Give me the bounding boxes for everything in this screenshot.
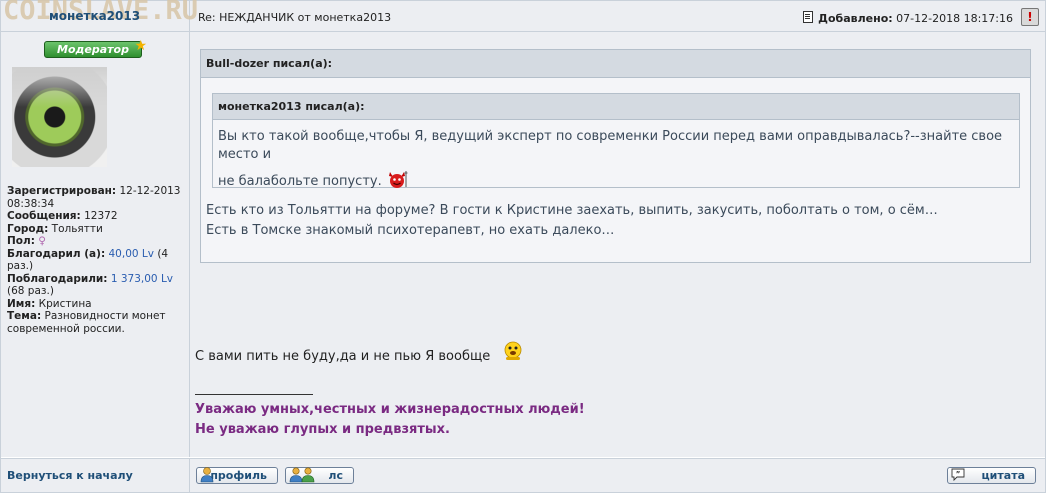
back-to-top-link[interactable]: Вернуться к началу (7, 469, 133, 482)
quote-button-label: цитата (981, 469, 1025, 482)
star-icon: ★ (134, 38, 147, 54)
name-label: Имя: (7, 297, 36, 310)
thanked-label: Благодарил (а): (7, 247, 106, 260)
drinking-smiley-icon (504, 341, 522, 360)
registered-label: Зарегистрирован: (7, 185, 117, 197)
signature-line-1: Уважаю умных,честных и жизнерадостных лю… (195, 402, 585, 417)
added-label: Добавлено: (818, 12, 893, 25)
got-thanks-label: Поблагодарили: (7, 272, 108, 285)
moderator-badge: Модератор ★ (44, 39, 147, 58)
profile-info: Зарегистрирован: 12-12-2013 08:38:34 Соо… (7, 185, 185, 335)
moderator-badge-label: Модератор (57, 43, 129, 56)
got-thanks-value[interactable]: 1 373,00 Lv (111, 273, 173, 285)
name-value: Кристина (38, 297, 92, 310)
user-icon (200, 467, 214, 483)
avatar (12, 67, 107, 167)
post-date: Добавлено: 07-12-2018 18:17:16 (803, 11, 1013, 25)
outer-quote-line-1: Есть кто из Тольятти на форуме? В гости … (206, 203, 938, 218)
city-label: Город: (7, 222, 49, 235)
inner-quote-line-2: не балабольте попусту. (218, 174, 382, 189)
inner-quote-line-1: Вы кто такой вообще,чтобы Я, ведущий экс… (218, 129, 1003, 162)
private-message-button[interactable]: лс (285, 467, 354, 484)
city-value: Тольятти (51, 222, 103, 235)
posts-value: 12372 (84, 210, 118, 222)
thanked-value[interactable]: 40,00 Lv (109, 248, 154, 260)
signature-line-2: Не уважаю глупых и предвзятых. (195, 422, 450, 437)
inner-quote: монетка2013 писал(а): Вы кто такой вообщ… (212, 93, 1020, 189)
author-name[interactable]: монетка2013 (49, 9, 140, 23)
profile-sidebar: Модератор ★ Зарегистрирован: 12-12-2013 … (1, 32, 190, 457)
private-message-button-label: лс (328, 469, 343, 482)
svg-text:”: ” (956, 470, 961, 478)
speech-bubble-icon: ” (951, 468, 965, 482)
sidebar-footer: Вернуться к началу (1, 458, 190, 492)
profile-button[interactable]: профиль (196, 467, 278, 484)
topic-label: Тема: (7, 310, 42, 322)
post-actions: профиль лс ” цитата (190, 458, 1045, 492)
inner-quote-author: монетка2013 писал(а): (213, 94, 1019, 120)
signature: Уважаю умных,честных и жизнерадостных лю… (195, 400, 585, 440)
post-text-content: С вами пить не буду,да и не пью Я вообще (195, 349, 491, 364)
author-cell: COINSLAVE.RU монетка2013 (1, 0, 198, 31)
post-header: COINSLAVE.RU монетка2013 Re: НЕЖДАНЧИК о… (1, 0, 1045, 32)
inner-quote-line-2-wrap: не балабольте попусту. (218, 168, 1014, 196)
got-thanks-times: (68 раз.) (7, 285, 54, 297)
inner-quote-text: Вы кто такой вообще,чтобы Я, ведущий экс… (213, 120, 1019, 196)
users-icon (289, 467, 315, 483)
outer-quote-text: Есть кто из Тольятти на форуме? В гости … (206, 201, 938, 241)
outer-quote-line-2: Есть в Томске знакомый психотерапевт, но… (206, 223, 615, 238)
posts-label: Сообщения: (7, 210, 81, 222)
post-link-icon[interactable] (803, 11, 814, 23)
outer-quote: Bull-dozer писал(а): монетка2013 писал(а… (200, 49, 1031, 263)
gender-label: Пол: (7, 235, 35, 247)
post-body: Bull-dozer писал(а): монетка2013 писал(а… (190, 32, 1045, 457)
outer-quote-author: Bull-dozer писал(а): (201, 50, 1030, 78)
post-text: С вами пить не буду,да и не пью Я вообще (195, 340, 524, 364)
signature-divider (195, 394, 313, 395)
added-date: 07-12-2018 18:17:16 (896, 12, 1013, 25)
quote-button[interactable]: ” цитата (947, 467, 1036, 484)
report-button[interactable]: ! (1021, 8, 1039, 26)
female-icon: ♀ (38, 235, 46, 247)
post-subject: Re: НЕЖДАНЧИК от монетка2013 (198, 11, 392, 24)
devil-smiley-icon (388, 171, 408, 188)
profile-button-label: профиль (210, 469, 267, 482)
